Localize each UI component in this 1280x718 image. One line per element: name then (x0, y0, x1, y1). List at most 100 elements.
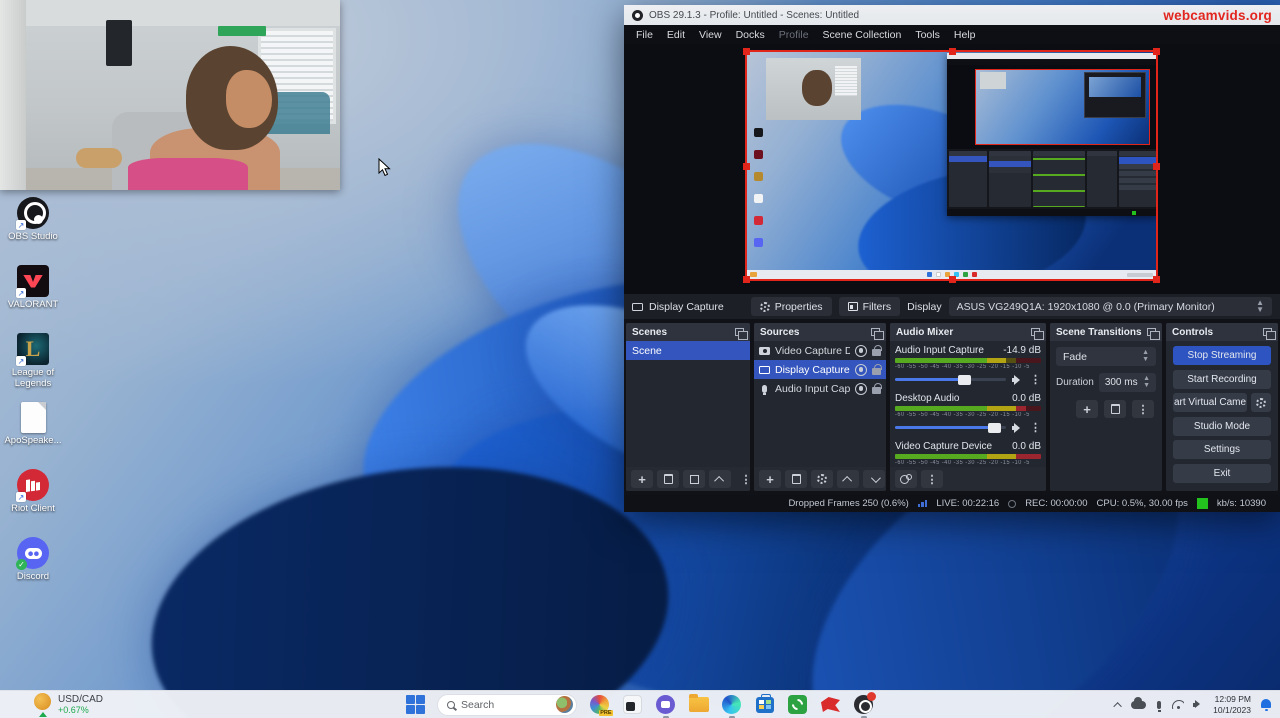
scenes-dock-header[interactable]: Scenes (626, 323, 750, 341)
taskbar-stock-widget[interactable]: USD/CAD +0.67% (34, 691, 103, 718)
speaker-icon[interactable] (1012, 423, 1024, 433)
sources-dock-header[interactable]: Sources (754, 323, 886, 341)
visibility-eye-icon[interactable] (855, 364, 867, 376)
source-row-audio-input[interactable]: Audio Input Cap (754, 379, 886, 398)
settings-button[interactable]: Settings (1173, 440, 1271, 459)
menu-view[interactable]: View (692, 29, 729, 41)
move-source-down-button[interactable] (863, 470, 885, 488)
desktop-icon-valorant[interactable]: ↗ VALORANT (4, 264, 62, 332)
taskbar-edge[interactable] (721, 694, 742, 715)
menu-help[interactable]: Help (947, 29, 983, 41)
start-virtual-camera-button[interactable]: art Virtual Came (1173, 393, 1247, 412)
menu-tools[interactable]: Tools (908, 29, 947, 41)
taskbar-app-square[interactable] (622, 694, 643, 715)
display-capture-selection[interactable] (745, 50, 1158, 281)
scene-transitions-header[interactable]: Scene Transitions (1050, 323, 1162, 341)
visibility-eye-icon[interactable] (855, 383, 867, 395)
remove-scene-button[interactable] (657, 470, 679, 488)
scene-list-item[interactable]: Scene (626, 341, 750, 360)
selection-handle-top-center[interactable] (949, 48, 956, 55)
speaker-icon[interactable] (1012, 375, 1024, 385)
move-source-up-button[interactable] (837, 470, 859, 488)
taskbar-app-chat[interactable] (655, 694, 676, 715)
tray-overflow-chevron-icon[interactable] (1114, 702, 1122, 710)
channel-menu-button[interactable]: ⋮ (1030, 373, 1041, 386)
move-scene-up-button[interactable] (709, 470, 731, 488)
lock-icon[interactable] (872, 368, 881, 375)
visibility-eye-icon[interactable] (855, 345, 867, 357)
obs-preview-canvas[interactable] (624, 44, 1280, 294)
search-box[interactable]: Search (437, 694, 577, 716)
mixer-menu-button[interactable]: ⋮ (921, 470, 943, 488)
volume-icon[interactable] (1193, 700, 1204, 709)
source-row-display-capture[interactable]: Display Capture (754, 360, 886, 379)
onedrive-cloud-icon[interactable] (1131, 701, 1146, 709)
advanced-audio-button[interactable] (895, 470, 917, 488)
exit-button[interactable]: Exit (1173, 464, 1271, 483)
studio-mode-button[interactable]: Studio Mode (1173, 417, 1271, 436)
start-recording-button[interactable]: Start Recording (1173, 370, 1271, 389)
desktop-icon-discord[interactable]: ✓ Discord (4, 536, 62, 604)
add-scene-button[interactable]: + (631, 470, 653, 488)
scene-filters-button[interactable] (683, 470, 705, 488)
popout-icon[interactable] (1263, 328, 1272, 336)
taskbar-obs[interactable] (853, 694, 874, 715)
scenes-menu-button[interactable]: ⋮ (735, 470, 750, 488)
lock-icon[interactable] (872, 349, 881, 356)
menu-profile[interactable]: Profile (772, 29, 816, 41)
add-source-button[interactable]: + (759, 470, 781, 488)
selection-handle-bottom-center[interactable] (949, 276, 956, 283)
popout-icon[interactable] (735, 328, 744, 336)
channel-menu-button[interactable]: ⋮ (1030, 421, 1041, 434)
wifi-icon[interactable] (1172, 700, 1184, 709)
filters-button[interactable]: Filters (839, 297, 901, 316)
menu-edit[interactable]: Edit (660, 29, 692, 41)
popout-icon[interactable] (1147, 328, 1156, 336)
taskbar-microsoft-store[interactable] (754, 694, 775, 715)
properties-button[interactable]: Properties (751, 297, 832, 316)
selection-handle-mid-right[interactable] (1153, 163, 1160, 170)
volume-meter (895, 358, 1041, 363)
taskbar-file-explorer[interactable] (688, 694, 709, 715)
duration-spinbox[interactable]: 300 ms ▲▼ (1099, 373, 1156, 392)
taskbar-app-preview-pinwheel[interactable]: PRE (589, 694, 610, 715)
menu-scene-collection[interactable]: Scene Collection (816, 29, 909, 41)
menu-file[interactable]: File (629, 29, 660, 41)
volume-slider[interactable] (895, 426, 1006, 429)
source-properties-button[interactable] (811, 470, 833, 488)
taskbar-xbox[interactable] (787, 694, 808, 715)
taskbar-app-red[interactable] (820, 694, 841, 715)
virtual-camera-settings-button[interactable] (1251, 393, 1271, 412)
tray-microphone-icon[interactable] (1157, 701, 1161, 709)
desktop-icon-obs-studio[interactable]: ↗ OBS Studio (4, 196, 62, 264)
selection-handle-top-right[interactable] (1153, 48, 1160, 55)
selection-handle-top-left[interactable] (743, 48, 750, 55)
menu-docks[interactable]: Docks (729, 29, 772, 41)
volume-slider[interactable] (895, 378, 1006, 381)
desktop-icon-apospeake[interactable]: ApoSpeake... (4, 400, 62, 468)
search-daily-image[interactable] (556, 696, 573, 713)
start-button[interactable] (406, 695, 425, 714)
notifications-bell-icon[interactable] (1260, 699, 1272, 710)
display-select[interactable]: ASUS VG249Q1A: 1920x1080 @ 0.0 (Primary … (949, 297, 1272, 316)
remove-transition-button[interactable] (1104, 400, 1126, 418)
controls-header[interactable]: Controls (1166, 323, 1278, 341)
tray-clock[interactable]: 12:09 PM 10/1/2023 (1213, 694, 1251, 715)
audio-mixer-header[interactable]: Audio Mixer (890, 323, 1046, 341)
source-row-video-capture[interactable]: Video Capture D (754, 341, 886, 360)
selection-handle-bottom-left[interactable] (743, 276, 750, 283)
spinner-arrows-icon[interactable]: ▲▼ (1143, 376, 1150, 389)
add-transition-button[interactable]: + (1076, 400, 1098, 418)
transition-select[interactable]: Fade ▲▼ (1056, 347, 1156, 366)
popout-icon[interactable] (1031, 328, 1040, 336)
obs-titlebar[interactable]: OBS 29.1.3 - Profile: Untitled - Scenes:… (624, 5, 1280, 25)
selection-handle-mid-left[interactable] (743, 163, 750, 170)
selection-handle-bottom-right[interactable] (1153, 276, 1160, 283)
desktop-icon-riot-client[interactable]: ↗ Riot Client (4, 468, 62, 536)
stop-streaming-button[interactable]: Stop Streaming (1173, 346, 1271, 365)
desktop-icon-league-of-legends[interactable]: L↗ League of Legends (4, 332, 62, 400)
transition-menu-button[interactable]: ⋮ (1132, 400, 1154, 418)
popout-icon[interactable] (871, 328, 880, 336)
remove-source-button[interactable] (785, 470, 807, 488)
lock-icon[interactable] (872, 387, 881, 394)
